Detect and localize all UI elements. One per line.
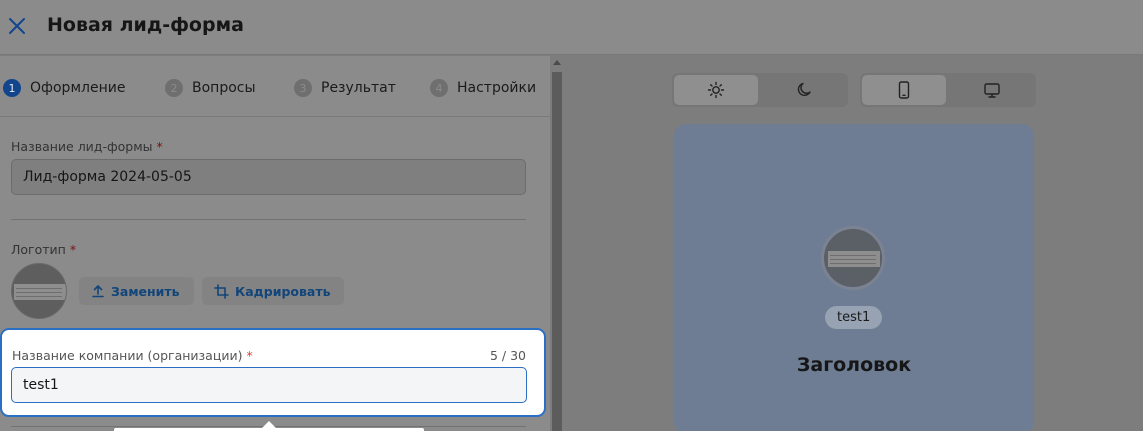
step-questions[interactable]: 2 Вопросы: [165, 78, 256, 98]
step-label: Результат: [321, 80, 396, 96]
preview-company-name: test1: [825, 306, 883, 329]
replace-logo-button[interactable]: Заменить: [79, 277, 194, 305]
upload-icon: [92, 284, 104, 298]
form-name-input[interactable]: Лид-форма 2024-05-05: [11, 159, 526, 195]
company-name-input[interactable]: test1: [11, 367, 527, 403]
divider: [11, 219, 526, 220]
scroll-up-icon[interactable]: [553, 60, 561, 65]
monitor-icon: [984, 83, 1000, 98]
moon-icon: [797, 82, 811, 96]
step-label: Настройки: [457, 80, 537, 96]
top-bar: Новая лид-форма: [0, 0, 1143, 55]
step-label: Вопросы: [192, 80, 256, 96]
form-name-label: Название лид-формы *: [11, 139, 163, 154]
scroll-thumb[interactable]: [552, 72, 562, 431]
replace-label: Заменить: [111, 283, 180, 299]
company-name-card: Название компании (организации) * 5 / 30…: [0, 328, 546, 417]
logo-label: Логотип *: [11, 242, 77, 257]
preview-panel: test1 Заголовок: [564, 56, 1143, 431]
preview-logo: [821, 226, 885, 290]
page-title: Новая лид-форма: [47, 14, 244, 36]
company-name-label: Название компании (организации) *: [12, 348, 253, 363]
step-number: 1: [3, 79, 21, 97]
light-theme-button[interactable]: [674, 75, 758, 105]
desktop-view-button[interactable]: [950, 75, 1034, 105]
crop-label: Кадрировать: [235, 283, 331, 299]
step-number: 4: [430, 79, 448, 97]
step-result[interactable]: 3 Результат: [294, 78, 396, 98]
phone-icon: [898, 81, 910, 99]
step-settings[interactable]: 4 Настройки: [430, 78, 536, 98]
device-switcher: [860, 73, 1036, 107]
dark-theme-button[interactable]: [762, 75, 846, 105]
crop-logo-button[interactable]: Кадрировать: [202, 277, 345, 305]
stepper: 1 Оформление 2 Вопросы 3 Результат 4 Нас…: [0, 56, 550, 117]
form-preview: test1 Заголовок: [674, 124, 1034, 431]
form-name-value: Лид-форма 2024-05-05: [23, 169, 192, 185]
step-design[interactable]: 1 Оформление: [3, 78, 125, 98]
scrollbar[interactable]: [550, 56, 564, 431]
sun-icon: [707, 81, 725, 99]
theme-switcher: [672, 73, 848, 107]
step-number: 2: [165, 79, 183, 97]
logo-image: [11, 263, 67, 319]
char-counter: 5 / 30: [489, 348, 526, 363]
step-number: 3: [294, 79, 312, 97]
mobile-view-button[interactable]: [862, 75, 946, 105]
close-icon[interactable]: [6, 15, 28, 37]
crop-icon: [214, 283, 229, 299]
step-label: Оформление: [30, 80, 126, 96]
preview-heading: Заголовок: [796, 354, 912, 376]
company-name-value: test1: [23, 377, 59, 393]
